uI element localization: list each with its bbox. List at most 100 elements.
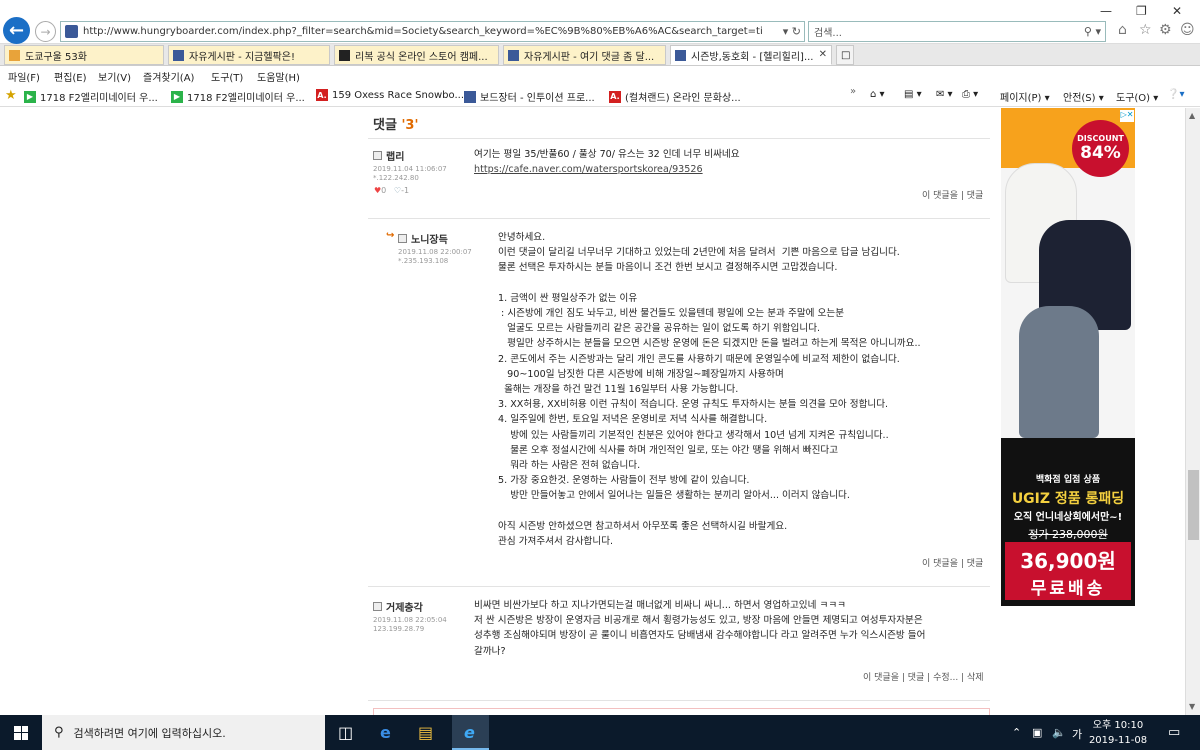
address-bar[interactable]: http://www.hungryboarder.com/index.php?_… (60, 21, 805, 42)
search-input[interactable]: 검색... ⚲ ▾ (808, 21, 1106, 42)
comment-meta: 2019.11.08 22:00:07 *.235.193.108 (398, 248, 472, 266)
edge-icon[interactable]: e (380, 723, 391, 742)
notifications-icon[interactable]: ▭ (1168, 725, 1180, 740)
clock-time: 오후 10:10 (1092, 720, 1144, 731)
comment-actions: 이 댓글을 | 댓글 | 수정... | 삭제 (863, 673, 984, 683)
comment-author[interactable]: 거제충각 (373, 599, 423, 614)
advertisement-banner[interactable]: ▷✕ DISCOUNT 84% 백화점 입점 상품 UGIZ 정품 롱패딩 오직 … (1001, 108, 1135, 606)
tab-3[interactable]: 자유게시판 - 여기 댓글 좀 달... (503, 45, 666, 65)
close-button[interactable]: ✕ (1172, 4, 1182, 18)
reply-link[interactable]: 댓글 (908, 673, 925, 683)
help-icon[interactable]: ❔▾ (1167, 89, 1184, 100)
system-clock[interactable]: 오후 10:10 2019-11-08 (1088, 718, 1148, 748)
tab-1[interactable]: 자유게시판 - 지금헬팍은! (168, 45, 330, 65)
arrow-right-icon: → (40, 24, 51, 39)
favorite-label: 159 Oxess Race Snowbo... (332, 89, 464, 101)
favorites-bar: ★ ▶ 1718 F2엘리미네이터 우... ▶ 1718 F2엘리미네이터 우..… (0, 85, 1200, 107)
more-chevron-icon[interactable]: » (850, 86, 856, 97)
ime-icon[interactable]: 가 (1072, 726, 1082, 742)
menu-edit[interactable]: 편집(E) (54, 69, 87, 84)
volume-icon[interactable]: 🔈 (1052, 726, 1066, 739)
bookmark-icon (464, 90, 476, 103)
home-icon[interactable]: ⌂ ▾ (870, 89, 885, 100)
favorite-label: 1718 F2엘리미네이터 우... (187, 93, 305, 104)
new-tab-button[interactable]: □ (836, 45, 854, 65)
user-level-icon (373, 602, 382, 611)
menu-file[interactable]: 파일(F) (8, 69, 40, 84)
reply-to-comment-link[interactable]: 이 댓글을 (922, 191, 958, 201)
favorite-item[interactable]: ▶ 1718 F2엘리미네이터 우... (171, 89, 305, 104)
menu-tools[interactable]: 도구(T) (211, 69, 243, 84)
gear-icon[interactable]: ⚙ (1159, 22, 1172, 38)
task-view-icon[interactable]: ◫ (338, 723, 353, 742)
vote-box[interactable]: ♥0 ♡-1 (374, 186, 409, 195)
user-level-icon (398, 234, 407, 243)
comment-link[interactable]: https://cafe.naver.com/watersportskorea/… (474, 164, 703, 175)
page-icon (173, 49, 184, 61)
edit-link[interactable]: 수정... (933, 673, 958, 683)
tab-2[interactable]: 리복 공식 온라인 스토어 캠페... (334, 45, 499, 65)
tray-chevron-icon[interactable]: ⌃ (1012, 726, 1021, 739)
maximize-button[interactable]: ❐ (1136, 4, 1147, 18)
reply-link[interactable]: 댓글 (967, 191, 984, 201)
search-icon[interactable]: ⚲ ▾ (1084, 25, 1101, 38)
start-button[interactable] (0, 715, 42, 750)
rss-icon[interactable]: ▤ ▾ (904, 89, 922, 100)
back-button[interactable]: ← (3, 17, 30, 44)
menu-favorites[interactable]: 즐겨찾기(A) (143, 69, 194, 84)
reply-to-comment-link[interactable]: 이 댓글을 (863, 673, 899, 683)
print-icon[interactable]: ⎙ ▾ (962, 89, 978, 100)
author-name: 랩리 (386, 152, 405, 163)
refresh-icon[interactable]: ▾ ↻ (783, 25, 801, 38)
favorite-label: 보드장터 - 인투이션 프로... (480, 93, 595, 104)
broken-heart-icon: ♡ (393, 186, 402, 195)
close-tab-icon[interactable]: ✕ (819, 49, 827, 60)
tab-0[interactable]: 도쿄구울 53화 (4, 45, 164, 65)
page-icon (508, 49, 519, 61)
discount-value: 84% (1080, 143, 1121, 163)
windows-logo-icon (14, 725, 28, 740)
bookmark-icon: A. (609, 90, 621, 103)
forward-button[interactable]: → (35, 21, 56, 42)
tools-menu[interactable]: 도구(O) ▾ (1116, 89, 1158, 104)
tab-label: 자유게시판 - 지금헬팍은! (189, 51, 295, 63)
network-icon[interactable]: ▣ (1032, 726, 1042, 739)
scroll-thumb[interactable] (1188, 470, 1199, 540)
menu-help[interactable]: 도움말(H) (257, 69, 300, 84)
comment-author[interactable]: 랩리 (373, 148, 404, 163)
scroll-down-icon[interactable]: ▼ (1189, 702, 1195, 711)
site-favicon-icon (65, 25, 78, 38)
delete-link[interactable]: 삭제 (967, 673, 984, 683)
reply-arrow-icon: ↪ (386, 230, 395, 241)
vertical-scrollbar[interactable]: ▲ ▼ (1185, 108, 1200, 715)
menu-view[interactable]: 보기(V) (98, 69, 131, 84)
favorite-item[interactable]: 보드장터 - 인투이션 프로... (464, 89, 595, 104)
reply-link[interactable]: 댓글 (967, 559, 984, 569)
minimize-button[interactable]: — (1100, 4, 1112, 18)
new-tab-icon: □ (841, 49, 851, 61)
taskbar-search[interactable]: ⚲ 검색하려면 여기에 입력하십시오. (42, 715, 325, 750)
favorite-item[interactable]: A. (컬쳐랜드) 온라인 문화상... (609, 89, 741, 104)
page-content: 댓글 '3' 랩리 2019.11.04 11:06:07 *.122.242.8… (0, 108, 1200, 715)
file-explorer-icon[interactable]: ▤ (418, 723, 433, 742)
safety-menu[interactable]: 안전(S) ▾ (1063, 89, 1104, 104)
home-icon[interactable]: ⌂ (1118, 22, 1127, 38)
mail-icon[interactable]: ✉ ▾ (936, 89, 953, 100)
ad-info-icon[interactable]: ▷✕ (1120, 110, 1134, 122)
favorites-star-icon[interactable]: ★ (5, 88, 17, 103)
favorite-item[interactable]: A. 159 Oxess Race Snowbo... (316, 89, 464, 101)
comment-date: 2019.11.08 22:05:04 (373, 616, 447, 624)
favorite-item[interactable]: ▶ 1718 F2엘리미네이터 우... (24, 89, 158, 104)
page-menu[interactable]: 페이지(P) ▾ (1000, 89, 1050, 104)
divider (368, 138, 990, 139)
smiley-icon[interactable]: ☺ (1180, 22, 1195, 38)
comments-title: 댓글 '3' (373, 114, 418, 133)
scroll-up-icon[interactable]: ▲ (1189, 111, 1195, 120)
ie-taskbar-button[interactable]: e (452, 715, 489, 750)
comment-author[interactable]: 노니장득 (398, 231, 448, 246)
divider (368, 586, 990, 587)
reply-to-comment-link[interactable]: 이 댓글을 (922, 559, 958, 569)
favorites-star-icon[interactable]: ☆ (1139, 22, 1152, 38)
tab-4[interactable]: 시즌방,동호회 - [헬리힐리]... ✕ (670, 45, 832, 65)
tab-label: 도쿄구울 53화 (25, 51, 87, 63)
